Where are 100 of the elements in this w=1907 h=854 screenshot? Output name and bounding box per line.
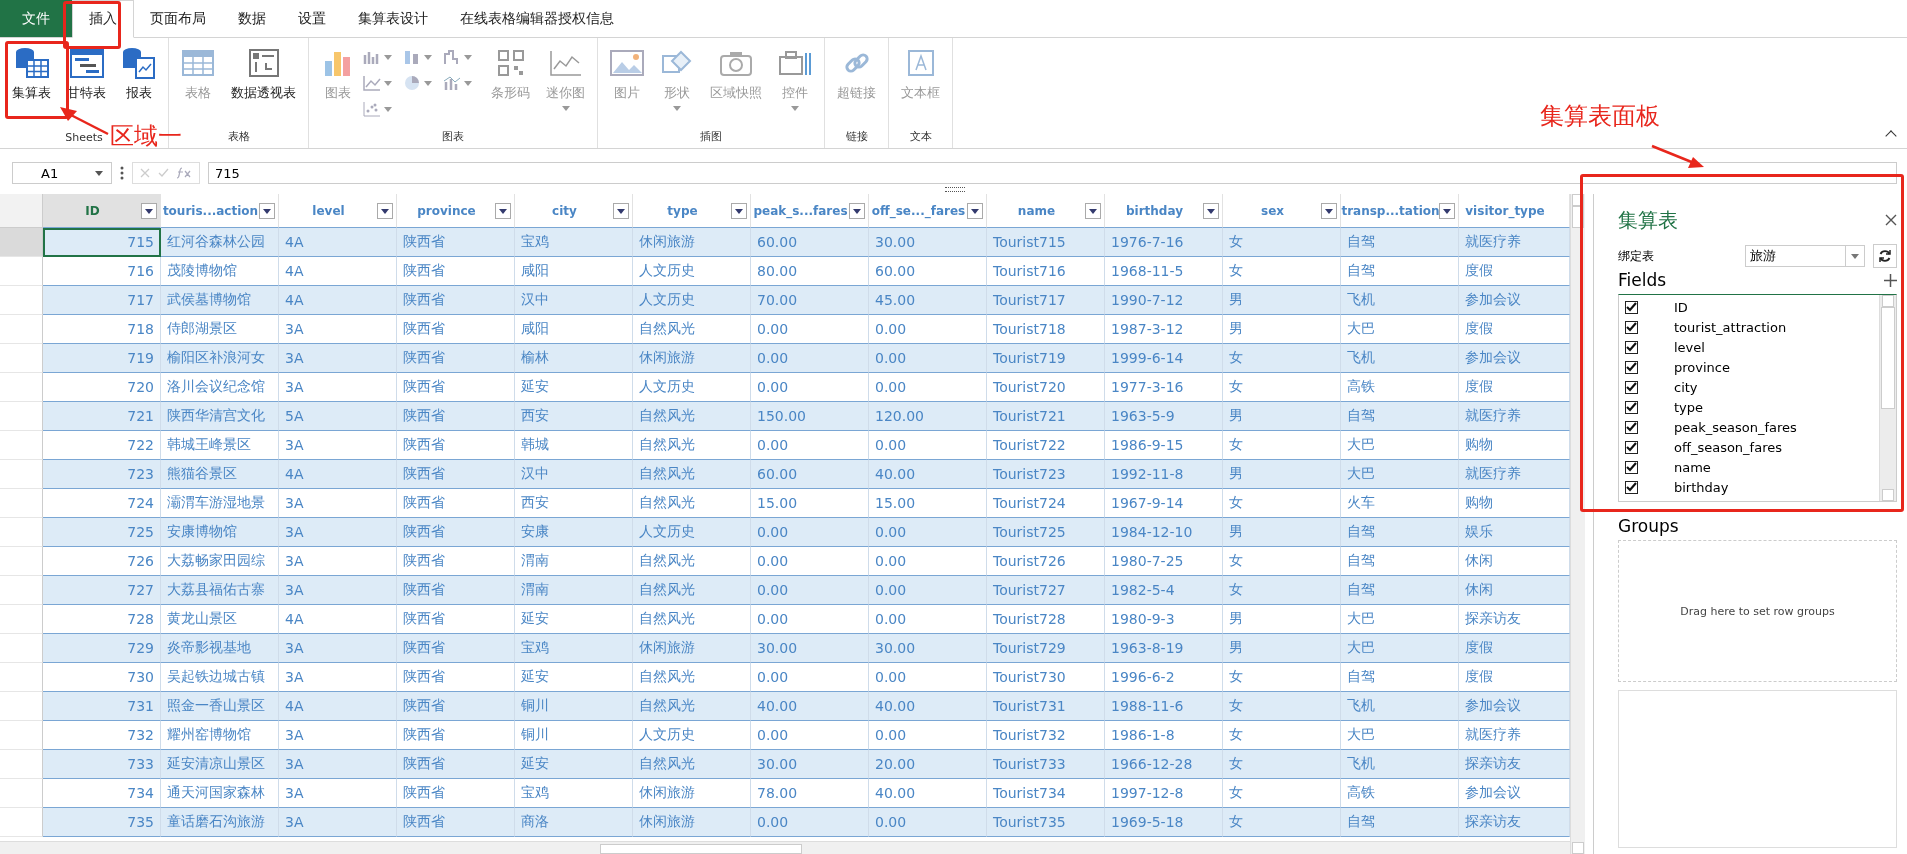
checkbox[interactable] — [1625, 320, 1638, 334]
checkbox[interactable] — [1625, 440, 1638, 454]
filter-button[interactable] — [141, 203, 157, 219]
checkbox[interactable] — [1625, 360, 1638, 374]
row-header[interactable] — [0, 779, 43, 808]
checkbox[interactable] — [1625, 460, 1638, 474]
table-cell: 休闲旅游 — [633, 808, 751, 837]
row-header[interactable] — [0, 576, 43, 605]
row-header[interactable] — [0, 344, 43, 373]
checkbox[interactable] — [1625, 400, 1638, 414]
row-header[interactable] — [0, 460, 43, 489]
annotation-label: 集算表面板 — [1540, 101, 1660, 132]
filter-button[interactable] — [1085, 203, 1101, 219]
column-header[interactable]: ID — [43, 194, 161, 228]
row-header[interactable] — [0, 315, 43, 344]
refresh-button[interactable] — [1873, 244, 1897, 268]
table-select[interactable]: 旅游 — [1745, 245, 1865, 267]
row-header[interactable] — [0, 489, 43, 518]
caret-icon — [673, 106, 681, 111]
toolbox-icon — [778, 49, 812, 77]
field-item[interactable]: name — [1619, 457, 1879, 477]
group-label: 图表 — [442, 129, 464, 145]
filter-button[interactable] — [967, 203, 983, 219]
resize-grip[interactable] — [945, 187, 965, 192]
field-item[interactable]: type — [1619, 397, 1879, 417]
ribbon-button[interactable]: 数据透视表 — [223, 44, 304, 104]
table-cell: Tourist715 — [987, 228, 1105, 257]
field-item[interactable]: tourist_attraction — [1619, 317, 1879, 337]
checkbox[interactable] — [1625, 420, 1638, 434]
row-groups-drop-zone[interactable]: Drag here to set row groups — [1618, 540, 1897, 682]
row-header[interactable] — [0, 518, 43, 547]
filter-button[interactable] — [377, 203, 393, 219]
add-icon[interactable] — [1884, 273, 1897, 287]
table-cell: 60.00 — [751, 460, 869, 489]
row-header[interactable] — [0, 634, 43, 663]
table-cell: 宝鸡 — [515, 228, 633, 257]
ribbon-button[interactable]: 报表 — [114, 44, 164, 104]
table-cell: 飞机 — [1341, 286, 1459, 315]
table-cell: 女 — [1223, 808, 1341, 837]
field-item[interactable]: city — [1619, 377, 1879, 397]
close-icon[interactable] — [1885, 214, 1897, 226]
field-item[interactable]: province — [1619, 357, 1879, 377]
table-cell: 727 — [43, 576, 161, 605]
table-cell: 自然风光 — [633, 750, 751, 779]
row-header[interactable] — [0, 373, 43, 402]
filter-button[interactable] — [1321, 203, 1337, 219]
row-header[interactable] — [0, 663, 43, 692]
filter-button[interactable] — [1439, 203, 1455, 219]
table-cell: 男 — [1223, 402, 1341, 431]
text-box-icon — [906, 49, 935, 77]
row-header[interactable] — [0, 692, 43, 721]
field-item[interactable]: off_season_fares — [1619, 437, 1879, 457]
formula-input[interactable]: 715 — [208, 162, 1897, 184]
row-header[interactable] — [0, 750, 43, 779]
cancel-icon[interactable] — [140, 168, 151, 178]
checkbox[interactable] — [1625, 380, 1638, 394]
filter-button[interactable] — [731, 203, 747, 219]
table-cell: 0.00 — [869, 808, 987, 837]
row-header[interactable] — [0, 228, 43, 257]
filter-button[interactable] — [849, 203, 865, 219]
field-item[interactable]: ID — [1619, 297, 1879, 317]
checkbox[interactable] — [1625, 340, 1638, 354]
ribbon-button[interactable]: 甘特表 — [59, 44, 114, 104]
row-header[interactable] — [0, 257, 43, 286]
table-cell: 大巴 — [1341, 634, 1459, 663]
field-item[interactable]: birthday — [1619, 477, 1879, 497]
row-header[interactable] — [0, 431, 43, 460]
row-header[interactable] — [0, 605, 43, 634]
table-cell: Tourist735 — [987, 808, 1105, 837]
more-icon[interactable] — [120, 166, 124, 180]
table-cell: Tourist733 — [987, 750, 1105, 779]
ribbon-tab[interactable]: 插入 — [72, 0, 134, 38]
list-scrollbar[interactable] — [1879, 295, 1896, 501]
field-item[interactable]: peak_season_fares — [1619, 417, 1879, 437]
file-menu-button[interactable]: 文件 — [0, 0, 72, 37]
ribbon-button[interactable]: 集算表 — [4, 44, 59, 104]
table-cell: Tourist719 — [987, 344, 1105, 373]
function-icon[interactable] — [175, 167, 192, 179]
table-cell: 3A — [279, 576, 397, 605]
filter-button[interactable] — [259, 203, 275, 219]
filter-button[interactable] — [495, 203, 511, 219]
row-header[interactable] — [0, 808, 43, 837]
filter-button[interactable] — [1203, 203, 1219, 219]
table-cell: 729 — [43, 634, 161, 663]
row-header[interactable] — [0, 547, 43, 576]
select-all-corner[interactable] — [0, 194, 43, 228]
confirm-icon[interactable] — [157, 168, 169, 178]
horizontal-scrollbar[interactable] — [0, 841, 1570, 854]
row-header[interactable] — [0, 286, 43, 315]
group-label: Sheets — [65, 131, 103, 146]
checkbox[interactable] — [1625, 300, 1638, 314]
row-header[interactable] — [0, 721, 43, 750]
filter-button[interactable] — [613, 203, 629, 219]
table-icon — [182, 49, 214, 77]
field-item[interactable]: level — [1619, 337, 1879, 357]
group-label: 插图 — [700, 129, 722, 145]
table-cell: 武侯墓博物馆 — [161, 286, 279, 315]
checkbox[interactable] — [1625, 480, 1638, 494]
name-box[interactable]: A1 — [12, 162, 112, 184]
row-header[interactable] — [0, 402, 43, 431]
